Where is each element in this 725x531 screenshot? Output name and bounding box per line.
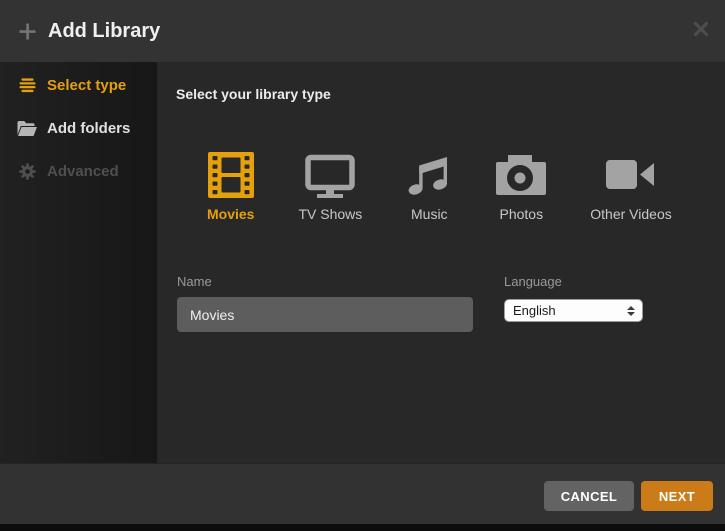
library-type-label: Music (411, 207, 448, 221)
dialog-footer: CANCEL NEXT (0, 463, 725, 524)
library-type-photos[interactable]: Photos (496, 152, 546, 221)
library-type-movies[interactable]: Movies (207, 152, 254, 221)
dialog-header: Add Library (0, 0, 725, 62)
dialog-title: Add Library (48, 20, 160, 43)
close-icon[interactable] (693, 21, 709, 37)
plus-icon (18, 22, 37, 41)
dialog-bottom-edge (0, 524, 725, 531)
section-heading: Select your library type (176, 86, 331, 102)
video-camera-icon (606, 152, 656, 198)
name-field-label: Name (177, 275, 473, 288)
sidebar-item-advanced: Advanced (0, 150, 157, 193)
sidebar-item-label: Advanced (47, 163, 119, 180)
cancel-button[interactable]: CANCEL (544, 481, 634, 511)
library-type-music[interactable]: Music (406, 152, 452, 221)
film-strip-icon (208, 152, 254, 198)
language-field-block: Language English (504, 275, 643, 322)
library-type-row: Movies TV Shows (207, 152, 672, 221)
add-library-dialog: Add Library Select type (0, 0, 725, 531)
language-select[interactable]: English (504, 299, 643, 322)
name-field-block: Name (177, 275, 473, 332)
music-note-icon (406, 152, 452, 198)
language-field-label: Language (504, 275, 643, 288)
library-type-other-videos[interactable]: Other Videos (590, 152, 671, 221)
library-type-label: Photos (499, 207, 543, 221)
library-type-label: Other Videos (590, 207, 671, 221)
library-type-label: Movies (207, 207, 254, 221)
sidebar-item-add-folders[interactable]: Add folders (0, 107, 157, 150)
sidebar-item-select-type[interactable]: Select type (0, 64, 157, 107)
gear-icon (17, 163, 37, 180)
library-name-input[interactable] (177, 297, 473, 332)
library-type-label: TV Shows (298, 207, 362, 221)
camera-icon (496, 152, 546, 198)
dialog-main: Select your library type (157, 62, 725, 463)
sidebar-item-label: Select type (47, 77, 126, 94)
list-lines-icon (17, 78, 37, 93)
tv-monitor-icon (304, 152, 356, 198)
sidebar-item-label: Add folders (47, 120, 130, 137)
dialog-sidebar: Select type Add folders (0, 62, 157, 463)
folder-icon (17, 120, 37, 137)
library-type-tv-shows[interactable]: TV Shows (298, 152, 362, 221)
next-button[interactable]: NEXT (641, 481, 713, 511)
